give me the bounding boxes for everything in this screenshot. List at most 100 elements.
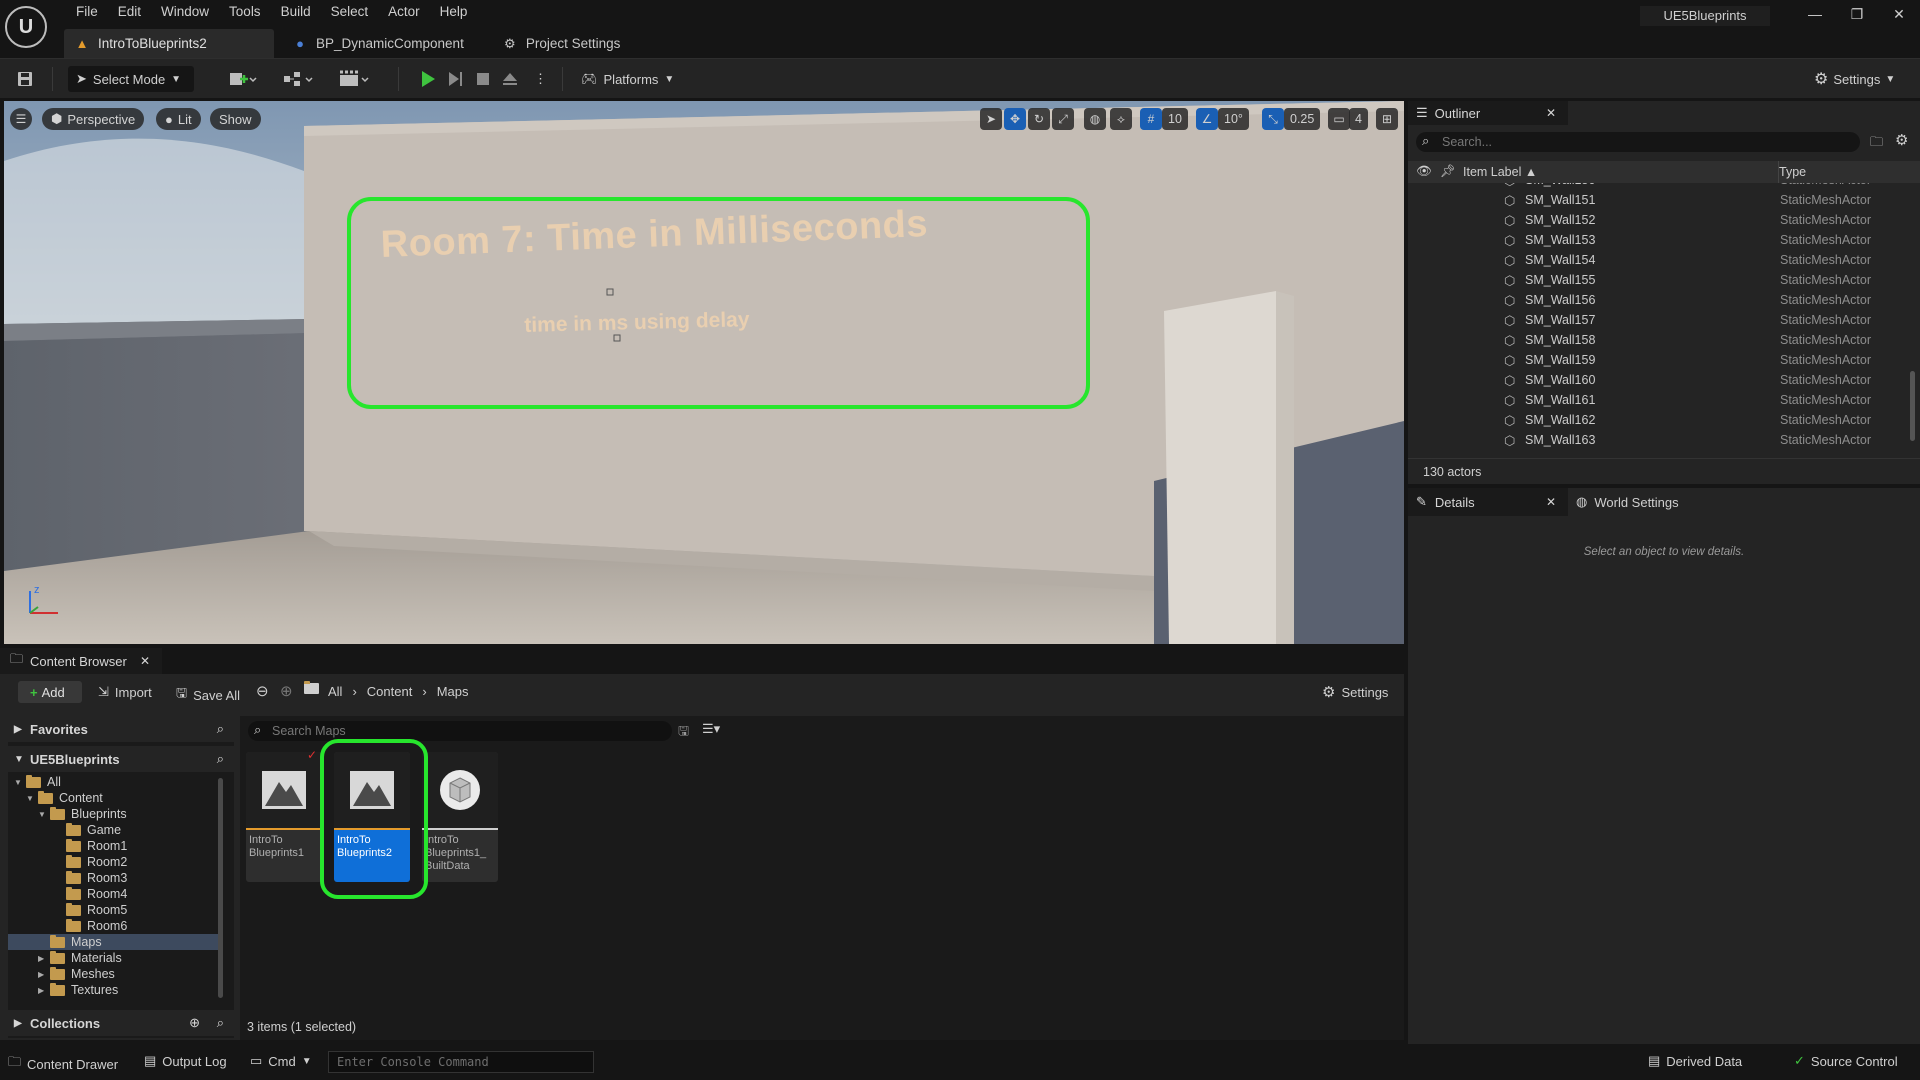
- add-folder-icon[interactable]: 🗀︎: [1870, 133, 1883, 155]
- breadcrumb-content[interactable]: Content: [367, 684, 413, 699]
- scale-snap-icon[interactable]: ⤡: [1262, 108, 1284, 130]
- chevron-down-icon[interactable]: ▼: [38, 810, 48, 819]
- folder-tree-item[interactable]: Maps: [8, 934, 220, 950]
- console-command-input[interactable]: Enter Console Command: [328, 1051, 594, 1073]
- lit-button[interactable]: ● Lit: [156, 108, 201, 130]
- play-options-icon[interactable]: ⋮: [534, 66, 547, 92]
- stop-button[interactable]: [474, 66, 492, 92]
- folder-tree-item[interactable]: Room1: [8, 838, 220, 854]
- outliner-row[interactable]: ⬡ SM_Wall155 StaticMeshActor: [1408, 270, 1906, 290]
- close-icon[interactable]: ✕: [1546, 495, 1556, 509]
- rotation-snap-value[interactable]: 10°: [1218, 108, 1249, 130]
- tree-scrollbar[interactable]: [218, 778, 223, 998]
- outliner-row[interactable]: ⬡ SM_Wall153 StaticMeshActor: [1408, 230, 1906, 250]
- content-browser-tab[interactable]: 🗀︎ Content Browser ✕: [0, 648, 162, 674]
- add-actor-icon[interactable]: [228, 66, 258, 92]
- outliner-row[interactable]: ⬡ SM_Wall152 StaticMeshActor: [1408, 210, 1906, 230]
- settings-dropdown[interactable]: ⚙ Settings ▼: [1814, 66, 1895, 92]
- outliner-row[interactable]: ⬡ SM_Wall163 StaticMeshActor: [1408, 430, 1906, 450]
- outliner-scrollbar[interactable]: [1910, 371, 1915, 441]
- advance-frame-button[interactable]: [446, 66, 466, 92]
- cinematics-icon[interactable]: [338, 66, 372, 92]
- surface-snap-icon[interactable]: ⟡: [1110, 108, 1132, 130]
- folder-tree-item[interactable]: ▶ Textures: [8, 982, 220, 998]
- close-icon[interactable]: ✕: [140, 654, 150, 668]
- outliner-search-input[interactable]: ⌕ Search...: [1416, 132, 1860, 152]
- chevron-right-icon[interactable]: ▶: [38, 970, 48, 979]
- restore-button[interactable]: ❐: [1843, 6, 1871, 26]
- import-button[interactable]: ⇲ Import: [98, 684, 152, 700]
- minimize-button[interactable]: —: [1801, 6, 1829, 26]
- breadcrumb-maps[interactable]: Maps: [437, 684, 469, 699]
- asset-search-input[interactable]: ⌕ Search Maps: [248, 721, 672, 741]
- gear-icon[interactable]: ⚙: [1895, 131, 1908, 149]
- folder-icon[interactable]: [304, 681, 319, 694]
- pin-icon[interactable]: 📌︎: [1440, 164, 1456, 179]
- select-mode-dropdown[interactable]: ➤ Select Mode ▼: [68, 66, 194, 92]
- menu-tools[interactable]: Tools: [219, 2, 271, 24]
- folder-tree-item[interactable]: Room3: [8, 870, 220, 886]
- perspective-button[interactable]: ⬢ Perspective: [42, 108, 145, 130]
- add-button[interactable]: + Add: [18, 681, 82, 703]
- add-collection-icon[interactable]: ⊕: [189, 1015, 200, 1031]
- outliner-tab[interactable]: ☰ Outliner ✕: [1408, 101, 1568, 125]
- translate-tool-icon[interactable]: ✥: [1004, 108, 1026, 130]
- folder-tree-item[interactable]: Game: [8, 822, 220, 838]
- tab-bp-dynamiccomponent[interactable]: ● BP_DynamicComponent: [274, 29, 478, 58]
- favorites-section[interactable]: ▶ Favorites ⌕: [8, 716, 234, 742]
- outliner-row[interactable]: ⬡ SM_Wall150 StaticMeshActor: [1408, 183, 1906, 190]
- menu-edit[interactable]: Edit: [108, 2, 151, 24]
- asset-tile[interactable]: IntroTo Blueprints1: [246, 752, 322, 882]
- chevron-right-icon[interactable]: ▶: [38, 954, 48, 963]
- item-label-header[interactable]: Item Label ▲: [1463, 165, 1537, 179]
- chevron-right-icon[interactable]: ▶: [38, 986, 48, 995]
- camera-speed-icon[interactable]: ▭: [1328, 108, 1350, 130]
- menu-window[interactable]: Window: [151, 2, 219, 24]
- outliner-row[interactable]: ⬡ SM_Wall154 StaticMeshActor: [1408, 250, 1906, 270]
- details-tab[interactable]: ✎ Details ✕: [1408, 488, 1568, 516]
- folder-tree-item[interactable]: Room4: [8, 886, 220, 902]
- chevron-down-icon[interactable]: ▼: [26, 794, 36, 803]
- outliner-row[interactable]: ⬡ SM_Wall161 StaticMeshActor: [1408, 390, 1906, 410]
- viewport-layout-icon[interactable]: ⊞: [1376, 108, 1398, 130]
- save-icon[interactable]: [16, 66, 34, 92]
- platforms-dropdown[interactable]: 🎮︎ Platforms ▼: [581, 66, 674, 92]
- folder-tree-item[interactable]: Room6: [8, 918, 220, 934]
- close-icon[interactable]: ✕: [1546, 106, 1556, 120]
- folder-tree-item[interactable]: Room5: [8, 902, 220, 918]
- outliner-row[interactable]: ⬡ SM_Wall151 StaticMeshActor: [1408, 190, 1906, 210]
- rotate-tool-icon[interactable]: ↻: [1028, 108, 1050, 130]
- derived-data-button[interactable]: ▤ Derived Data: [1648, 1053, 1742, 1069]
- outliner-row[interactable]: ⬡ SM_Wall158 StaticMeshActor: [1408, 330, 1906, 350]
- outliner-row[interactable]: ⬡ SM_Wall156 StaticMeshActor: [1408, 290, 1906, 310]
- forward-icon[interactable]: ⊕: [280, 682, 293, 700]
- outliner-row[interactable]: ⬡ SM_Wall162 StaticMeshActor: [1408, 410, 1906, 430]
- outliner-row[interactable]: ⬡ SM_Wall157 StaticMeshActor: [1408, 310, 1906, 330]
- show-button[interactable]: Show: [210, 108, 261, 130]
- menu-file[interactable]: File: [66, 2, 108, 24]
- world-settings-tab[interactable]: ◍ World Settings: [1576, 488, 1679, 516]
- cb-settings-button[interactable]: ⚙ Settings: [1322, 683, 1388, 701]
- folder-tree-item[interactable]: Room2: [8, 854, 220, 870]
- close-button[interactable]: ✕: [1885, 6, 1913, 26]
- play-button[interactable]: [418, 66, 438, 92]
- search-icon[interactable]: ⌕: [217, 1015, 224, 1031]
- scale-snap-value[interactable]: 0.25: [1284, 108, 1321, 130]
- folder-tree-item[interactable]: ▼ All: [8, 774, 220, 790]
- cmd-dropdown[interactable]: ▭ Cmd ▼: [250, 1053, 312, 1069]
- folder-tree-item[interactable]: ▶ Meshes: [8, 966, 220, 982]
- level-viewport[interactable]: Room 7: Time in Milliseconds time in ms …: [4, 101, 1404, 644]
- grid-snap-icon[interactable]: #: [1140, 108, 1162, 130]
- folder-tree-item[interactable]: ▼ Content: [8, 790, 220, 806]
- eject-button[interactable]: [501, 66, 519, 92]
- asset-tile[interactable]: IntroTo Blueprints1_ BuiltData: [422, 752, 498, 882]
- menu-select[interactable]: Select: [321, 2, 379, 24]
- camera-speed-value[interactable]: 4: [1349, 108, 1368, 130]
- back-icon[interactable]: ⊖: [256, 682, 269, 700]
- select-tool-icon[interactable]: ➤: [980, 108, 1002, 130]
- visibility-icon[interactable]: 👁︎: [1416, 164, 1432, 179]
- breadcrumb-all[interactable]: All: [328, 684, 342, 699]
- scale-tool-icon[interactable]: ⤢: [1052, 108, 1074, 130]
- world-space-icon[interactable]: ◍: [1084, 108, 1106, 130]
- outliner-row[interactable]: ⬡ SM_Wall160 StaticMeshActor: [1408, 370, 1906, 390]
